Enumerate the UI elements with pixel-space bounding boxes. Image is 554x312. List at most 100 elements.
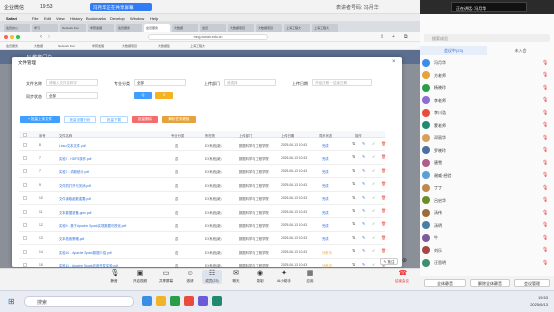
row-checkbox[interactable] (23, 236, 27, 241)
menu-help[interactable]: Help (150, 16, 158, 21)
view-icon[interactable]: ⇅ (352, 142, 356, 146)
edit-icon[interactable]: ✎ (362, 262, 366, 267)
menu-file[interactable]: File (32, 16, 38, 21)
batch-delete-button[interactable]: 批量删除 (132, 116, 158, 123)
confirm-icon[interactable]: ✓ (372, 262, 376, 267)
edit-icon[interactable]: ✎ (362, 209, 366, 213)
confirm-icon[interactable]: ✓ (372, 209, 376, 213)
browser-tab[interactable]: 学习 (32, 24, 58, 32)
muted-microphone-icon[interactable]: 🎙 (542, 260, 548, 266)
browser-tab[interactable]: 会员服务 (116, 24, 142, 32)
menu-view[interactable]: View (56, 16, 65, 21)
view-icon[interactable]: ⇅ (352, 235, 356, 240)
batch-download-button[interactable]: 批量下载 (100, 116, 128, 123)
muted-microphone-icon[interactable]: 🎙 (542, 60, 548, 66)
close-window-icon[interactable] (4, 35, 8, 39)
cell-name[interactable]: 实验7 - HDFS操作.pdf (59, 156, 167, 161)
member-item[interactable]: 吕启华 🎙 (420, 195, 554, 206)
edit-icon[interactable]: ✎ (362, 182, 366, 186)
zoom-icon[interactable]: ⊕ (402, 257, 410, 265)
tab-overview-icon[interactable]: ⧉ (404, 34, 408, 40)
confirm-icon[interactable]: ✓ (372, 195, 376, 200)
browser-tab[interactable]: 大数据项目 (228, 24, 254, 32)
cell-name[interactable]: Linux文本文件.pdf (59, 143, 167, 148)
batch-upload-button[interactable]: + 批量上传文件 (20, 116, 60, 123)
row-checkbox[interactable] (23, 263, 27, 268)
view-icon[interactable]: ⇅ (352, 195, 356, 200)
taskbar-app-icon[interactable] (184, 296, 194, 306)
muted-microphone-icon[interactable]: 🎙 (542, 122, 548, 128)
confirm-icon[interactable]: ✓ (372, 222, 376, 226)
windows-start-icon[interactable]: ⊞ (8, 297, 15, 306)
muted-microphone-icon[interactable]: 🎙 (542, 247, 548, 253)
major-select[interactable]: 全部 (134, 79, 186, 86)
chat-button[interactable]: ✉ 聊天 (226, 270, 246, 284)
edit-icon[interactable]: ✎ (362, 155, 366, 159)
bookmark-item[interactable]: 大数据集 (158, 44, 170, 48)
browser-tab[interactable]: 大数据项目 (256, 24, 282, 32)
member-item[interactable]: 罗晓玲 🎙 (420, 145, 554, 156)
taskbar-app-icon[interactable] (142, 296, 152, 306)
bookmark-item[interactable]: 大数据项目 (122, 44, 137, 48)
delete-icon[interactable]: 🗑 (381, 155, 386, 159)
muted-microphone-icon[interactable]: 🎙 (542, 97, 548, 103)
edit-icon[interactable]: ✎ (362, 195, 366, 200)
edit-icon[interactable]: ✎ (362, 222, 366, 226)
menu-develop[interactable]: Develop (110, 16, 125, 21)
confirm-icon[interactable]: ✓ (372, 249, 376, 253)
browser-tab[interactable]: 上海工程大 (284, 24, 310, 32)
address-bar[interactable]: mng.xuean.edu.cn (148, 34, 268, 40)
browser-tab[interactable]: Network Fun (60, 24, 86, 32)
taskbar-app-icon[interactable] (212, 296, 222, 306)
browser-tab[interactable]: 会员 (200, 24, 226, 32)
member-item[interactable]: 蒙老师 🎙 (420, 120, 554, 131)
member-search-input[interactable]: 搜索成员 (424, 34, 550, 42)
member-item[interactable]: 杨晓玲 🎙 (420, 82, 554, 93)
new-tab-icon[interactable]: + (392, 34, 395, 40)
cell-name[interactable]: 实验7 - 词频统计.pdf (59, 169, 167, 174)
view-icon[interactable]: ⇅ (352, 222, 356, 226)
sync-status-select[interactable]: 全部 (46, 92, 98, 99)
bookmark-item[interactable]: 会员服务 (6, 44, 18, 48)
annotate-button[interactable]: ✎ 批注 (380, 258, 398, 265)
confirm-icon[interactable]: ✓ (372, 168, 376, 173)
end-meeting-button[interactable]: ☎ 结束会议 (392, 270, 412, 284)
apps-button[interactable]: ▦ 应用 (300, 270, 320, 284)
confirm-icon[interactable]: ✓ (372, 142, 376, 146)
row-checkbox[interactable] (23, 142, 27, 147)
menu-bookmarks[interactable]: Bookmarks (86, 16, 106, 21)
maximize-window-icon[interactable] (16, 35, 20, 39)
taskbar-search[interactable]: 搜索 (24, 296, 134, 307)
meeting-manage-button[interactable]: 会议管理 (514, 279, 550, 287)
member-item[interactable]: 汤伟 🎙 (420, 207, 554, 218)
row-checkbox[interactable] (23, 222, 27, 227)
edit-icon[interactable]: ✎ (362, 142, 366, 146)
delete-icon[interactable]: 🗑 (381, 195, 386, 200)
unmute-all-button[interactable]: 解除全体静音 (470, 279, 510, 287)
member-item[interactable]: 汤明 🎙 (420, 220, 554, 231)
record-button[interactable]: ◉ 录制 (250, 270, 270, 284)
browser-tab-active[interactable]: 会员服务 (144, 24, 170, 32)
dept-select[interactable]: 请选择 (224, 79, 276, 86)
cell-name[interactable]: 实验10 - Apache Spark数据介绍.pdf (59, 250, 167, 255)
tab-not-joined[interactable]: 未入会 (487, 46, 554, 55)
video-button[interactable]: ▣ 开启视频 (130, 270, 150, 284)
confirm-icon[interactable]: ✓ (372, 182, 376, 186)
share-screen-button[interactable]: ▭ 共享屏幕 (156, 270, 176, 284)
muted-microphone-icon[interactable]: 🎙 (542, 110, 548, 116)
menu-edit[interactable]: Edit (44, 16, 51, 21)
view-icon[interactable]: ⇅ (352, 249, 356, 253)
muted-microphone-icon[interactable]: 🎙 (542, 147, 548, 153)
search-button[interactable]: Q (134, 92, 152, 99)
member-item[interactable]: 刘乐 🎙 (420, 245, 554, 256)
batch-analyze-button[interactable]: 批量设置分析 (64, 116, 96, 123)
close-icon[interactable]: × (392, 59, 396, 65)
delete-icon[interactable]: 🗑 (381, 142, 386, 146)
view-icon[interactable]: ⇅ (352, 182, 356, 186)
edit-icon[interactable]: ✎ (362, 168, 366, 173)
menu-history[interactable]: History (70, 16, 82, 21)
delete-icon[interactable]: 🗑 (381, 249, 386, 253)
row-checkbox[interactable] (23, 196, 27, 201)
browser-tab[interactable]: 会员办公 (4, 24, 30, 32)
task-board-button[interactable]: 解析任务看板 (162, 116, 196, 123)
